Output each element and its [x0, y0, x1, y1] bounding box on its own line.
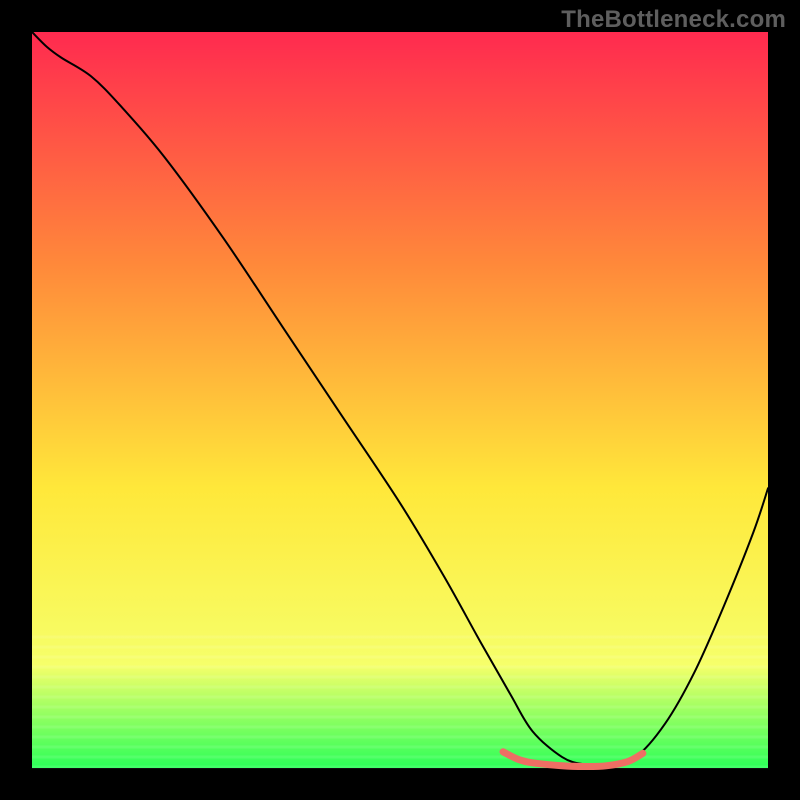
watermark-label: TheBottleneck.com	[561, 6, 786, 34]
chart-frame: TheBottleneck.com	[0, 0, 800, 800]
bottleneck-chart	[0, 0, 800, 800]
